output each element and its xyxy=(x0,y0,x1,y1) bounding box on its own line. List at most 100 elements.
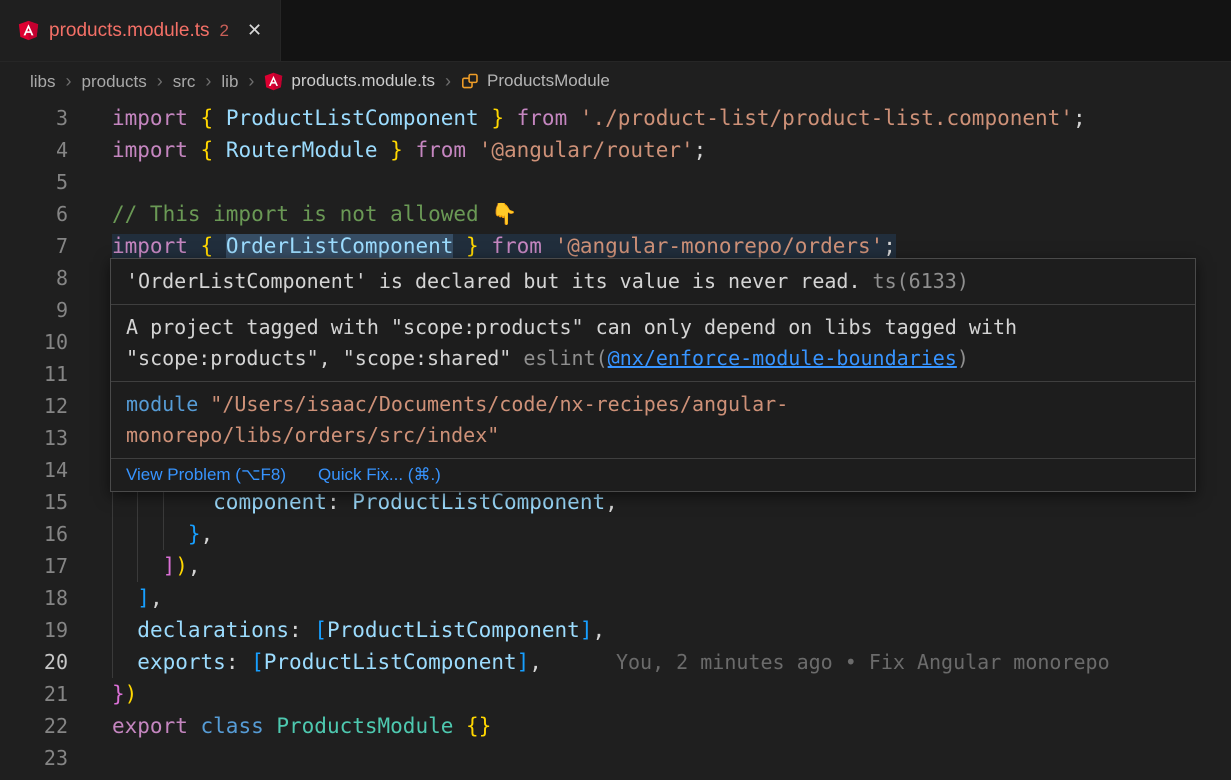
code-token: '@angular-monorepo/orders' xyxy=(555,234,884,258)
code-token: , xyxy=(529,650,542,674)
line-number: 14 xyxy=(0,454,68,486)
code-token: [ xyxy=(314,618,327,642)
tab-title: products.module.ts xyxy=(49,20,210,42)
hover-text: "/Users/isaac/Documents/code/nx-recipes/… xyxy=(210,392,788,416)
code-token: ] xyxy=(137,586,150,610)
quick-fix-action[interactable]: Quick Fix... (⌘.) xyxy=(318,465,441,485)
code-line-content[interactable]: import { RouterModule } from '@angular/r… xyxy=(112,134,1231,166)
code-token: : xyxy=(226,650,251,674)
code-token: : xyxy=(289,618,314,642)
line-number: 11 xyxy=(0,358,68,390)
hover-row: monorepo/libs/orders/src/index" xyxy=(126,420,1180,451)
code-token: component xyxy=(213,490,327,514)
code-token: ProductListComponent xyxy=(327,618,580,642)
hover-section-3: module "/Users/isaac/Documents/code/nx-r… xyxy=(111,381,1195,458)
code-token: } xyxy=(453,234,478,258)
editor[interactable]: 3import { ProductListComponent } from '.… xyxy=(0,100,1231,780)
hover-text: 'OrderListComponent' is declared but its… xyxy=(126,269,861,293)
line-number: 21 xyxy=(0,678,68,710)
code-line-16[interactable]: 16 }, xyxy=(0,518,1231,550)
code-line-3[interactable]: 3import { ProductListComponent } from '.… xyxy=(0,102,1231,134)
class-symbol-icon xyxy=(461,72,479,90)
code-line-20[interactable]: 20 exports: [ProductListComponent],You, … xyxy=(0,646,1231,678)
code-line-content[interactable]: }) xyxy=(112,678,1231,710)
breadcrumb-item-lib[interactable]: lib xyxy=(221,72,238,91)
code-token xyxy=(112,586,137,610)
code-token: } xyxy=(378,138,403,162)
code-token: [ xyxy=(251,650,264,674)
view-problem-action[interactable]: View Problem (⌥F8) xyxy=(126,465,286,485)
tab-close-icon[interactable]: ✕ xyxy=(247,20,262,41)
indent-guide xyxy=(137,550,138,582)
hover-popup: 'OrderListComponent' is declared but its… xyxy=(110,258,1196,492)
breadcrumb-separator: › xyxy=(445,71,451,92)
code-line-content[interactable] xyxy=(112,166,1231,198)
code-line-content[interactable]: declarations: [ProductListComponent], xyxy=(112,614,1231,646)
code-line-content[interactable]: ], xyxy=(112,582,1231,614)
line-number: 12 xyxy=(0,390,68,422)
code-token: ; xyxy=(694,138,707,162)
eslint-rule-link[interactable]: @nx/enforce-module-boundaries xyxy=(608,346,957,370)
hover-text: eslint( xyxy=(523,346,607,370)
code-line-18[interactable]: 18 ], xyxy=(0,582,1231,614)
code-token: ProductListComponent xyxy=(352,490,605,514)
code-line-content[interactable]: exports: [ProductListComponent],You, 2 m… xyxy=(112,646,1231,678)
breadcrumb-item-products[interactable]: products xyxy=(82,72,147,91)
code-token: , xyxy=(150,586,163,610)
hover-text: ) xyxy=(957,346,969,370)
code-token xyxy=(112,618,137,642)
code-line-5[interactable]: 5 xyxy=(0,166,1231,198)
line-number: 5 xyxy=(0,166,68,198)
code-line-content[interactable]: // This import is not allowed 👇 xyxy=(112,198,1231,230)
indent-guide xyxy=(112,646,113,678)
code-token: from xyxy=(491,234,554,258)
breadcrumb-separator: › xyxy=(205,71,211,91)
code-token: } xyxy=(112,682,125,706)
line-number: 8 xyxy=(0,262,68,294)
line-number: 16 xyxy=(0,518,68,550)
code-token: ] xyxy=(580,618,593,642)
line-number: 13 xyxy=(0,422,68,454)
code-line-content[interactable]: export class ProductsModule {} xyxy=(112,710,1231,742)
breadcrumb-item-src[interactable]: src xyxy=(173,72,196,91)
code-token: ProductsModule xyxy=(276,714,453,738)
code-line-19[interactable]: 19 declarations: [ProductListComponent], xyxy=(0,614,1231,646)
code-token: { xyxy=(201,234,226,258)
code-token xyxy=(112,650,137,674)
hover-text: ts(6133) xyxy=(861,269,969,293)
angular-icon xyxy=(18,20,39,41)
tab-products-module[interactable]: products.module.ts 2 ✕ xyxy=(0,0,281,61)
breadcrumb-symbol[interactable]: ProductsModule xyxy=(461,71,610,91)
breadcrumb-separator: › xyxy=(157,71,163,91)
code-token: '@angular/router' xyxy=(479,138,694,162)
code-token: , xyxy=(593,618,606,642)
code-line-content[interactable]: import { ProductListComponent } from './… xyxy=(112,102,1231,134)
code-token: import xyxy=(112,106,201,130)
code-line-content[interactable]: ]), xyxy=(112,550,1231,582)
code-token: ) xyxy=(125,682,138,706)
code-token: { xyxy=(201,106,226,130)
breadcrumb-dirs: libs›products›src›lib› xyxy=(30,71,264,92)
code-token xyxy=(453,714,466,738)
breadcrumb: libs›products›src›lib› products.module.t… xyxy=(0,62,1231,100)
code-token: OrderListComponent xyxy=(226,234,454,258)
breadcrumb-file[interactable]: products.module.ts xyxy=(264,71,435,91)
code-line-6[interactable]: 6// This import is not allowed 👇 xyxy=(0,198,1231,230)
code-line-21[interactable]: 21}) xyxy=(0,678,1231,710)
code-line-22[interactable]: 22export class ProductsModule {} xyxy=(0,710,1231,742)
code-token: ] xyxy=(163,554,176,578)
hover-action-bar: View Problem (⌥F8) Quick Fix... (⌘.) xyxy=(111,458,1195,491)
breadcrumb-item-libs[interactable]: libs xyxy=(30,72,56,91)
code-line-17[interactable]: 17 ]), xyxy=(0,550,1231,582)
hover-row: module "/Users/isaac/Documents/code/nx-r… xyxy=(126,389,1180,420)
code-token: } xyxy=(188,522,201,546)
code-token: , xyxy=(188,554,201,578)
code-line-content[interactable] xyxy=(112,742,1231,774)
code-token: { xyxy=(201,138,226,162)
code-line-4[interactable]: 4import { RouterModule } from '@angular/… xyxy=(0,134,1231,166)
code-line-content[interactable]: }, xyxy=(112,518,1231,550)
code-line-23[interactable]: 23 xyxy=(0,742,1231,774)
hover-text: "scope:products", "scope:shared" xyxy=(126,346,523,370)
code-token: ; xyxy=(883,234,896,258)
tab-bar: products.module.ts 2 ✕ xyxy=(0,0,1231,62)
